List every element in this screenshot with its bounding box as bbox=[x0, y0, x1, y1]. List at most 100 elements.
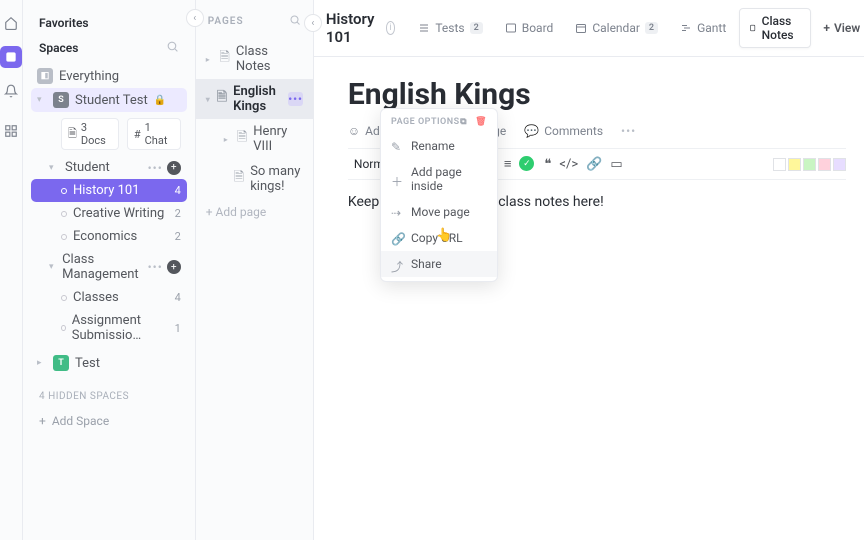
breadcrumb[interactable]: History 101 bbox=[326, 10, 376, 46]
ctx-label: Rename bbox=[411, 139, 455, 153]
page-english-kings[interactable]: ▾ 🗎 English Kings ••• bbox=[196, 79, 313, 119]
add-icon[interactable]: + bbox=[167, 260, 181, 274]
sidebar-list-history-101[interactable]: History 101 4 bbox=[31, 179, 187, 202]
smile-icon: ☺ bbox=[348, 124, 360, 138]
sidebar-list-assignments[interactable]: Assignment Submissio… 1 bbox=[31, 309, 187, 347]
board-icon bbox=[505, 22, 517, 34]
list-icon bbox=[418, 22, 430, 34]
chevron-down-icon: ▾ bbox=[49, 262, 56, 272]
page-more-button[interactable]: ••• bbox=[288, 92, 303, 106]
page-so-many-kings[interactable]: 🗎 So many kings! bbox=[196, 159, 313, 199]
file-icon: 🗎 bbox=[217, 88, 227, 110]
file-icon: 🗎 bbox=[219, 48, 229, 70]
sidebar-space-test[interactable]: ▸ T Test bbox=[31, 351, 187, 375]
sidebar-list-economics[interactable]: Economics 2 bbox=[31, 225, 187, 248]
pages-header: PAGES bbox=[208, 16, 244, 27]
swatch-pink[interactable] bbox=[818, 158, 831, 171]
home-icon[interactable] bbox=[0, 12, 22, 34]
ctx-move-page[interactable]: ⇢Move page bbox=[381, 199, 497, 225]
sidebar-item-label: History 101 bbox=[73, 183, 140, 198]
doc-more-button[interactable]: ••• bbox=[621, 124, 636, 138]
code-button[interactable]: </> bbox=[559, 157, 578, 172]
favorites-header: Favorites bbox=[39, 16, 179, 30]
more-icon[interactable]: ••• bbox=[148, 260, 163, 274]
sidebar-item-label: Student Test bbox=[75, 93, 148, 108]
view-tab-tests[interactable]: Tests 2 bbox=[409, 16, 491, 40]
more-icon[interactable]: ••• bbox=[148, 161, 163, 175]
sidebar-item-label: Student bbox=[65, 160, 110, 175]
add-space-button[interactable]: +Add Space bbox=[31, 410, 187, 432]
numbered-list-button[interactable]: ≡ bbox=[504, 156, 512, 172]
docs-pill[interactable]: 🗎3 Docs bbox=[61, 118, 119, 150]
ctx-label: Share bbox=[411, 257, 442, 271]
view-tab-calendar[interactable]: Calendar 2 bbox=[566, 16, 667, 40]
search-icon[interactable] bbox=[289, 14, 301, 29]
add-icon[interactable]: + bbox=[167, 161, 181, 175]
add-view-label: View bbox=[834, 21, 860, 35]
chevron-right-icon: ▸ bbox=[224, 135, 231, 144]
link-icon: 🔗 bbox=[391, 232, 403, 244]
swatch-green[interactable] bbox=[803, 158, 816, 171]
apps-icon[interactable] bbox=[0, 120, 22, 142]
sidebar-folder-class-management[interactable]: ▾ Class Management ••• + bbox=[31, 248, 187, 286]
view-label: Board bbox=[522, 21, 554, 35]
doc-title[interactable]: English Kings bbox=[348, 77, 846, 112]
pill-label: 1 Chat bbox=[145, 121, 174, 147]
chevron-right-icon: ▸ bbox=[206, 55, 214, 64]
page-henry-viii[interactable]: ▸ 🗎 Henry VIII bbox=[196, 119, 313, 159]
duplicate-icon[interactable]: ⧉ bbox=[460, 117, 467, 127]
sidebar-item-label: Class Management bbox=[62, 252, 142, 282]
hidden-spaces-label[interactable]: 4 HIDDEN SPACES bbox=[39, 391, 179, 402]
add-page-button[interactable]: + Add page bbox=[196, 199, 313, 225]
notifications-icon[interactable] bbox=[0, 80, 22, 102]
delete-icon[interactable]: 🗑 bbox=[475, 117, 487, 127]
spaces-icon[interactable] bbox=[0, 46, 22, 68]
sidebar-item-label: Creative Writing bbox=[73, 206, 164, 221]
swatch-white[interactable] bbox=[773, 158, 786, 171]
page-class-notes[interactable]: ▸ 🗎 Class Notes bbox=[196, 39, 313, 79]
file-icon: 🗎 bbox=[237, 128, 247, 150]
info-icon[interactable]: i bbox=[386, 21, 396, 35]
file-icon: 🗎 bbox=[234, 168, 244, 190]
sidebar-list-creative-writing[interactable]: Creative Writing 2 bbox=[31, 202, 187, 225]
sidebar-space-student-test[interactable]: ▾ S Student Test 🔒 bbox=[31, 88, 187, 112]
everything-icon: ◧ bbox=[37, 68, 53, 84]
plus-icon: + bbox=[823, 21, 830, 35]
count-badge: 2 bbox=[175, 207, 181, 220]
add-view-button[interactable]: + View bbox=[815, 16, 864, 40]
checklist-button[interactable]: ✓ bbox=[519, 156, 534, 171]
chevron-down-icon: ▾ bbox=[206, 95, 211, 104]
pill-label: 3 Docs bbox=[81, 121, 112, 147]
sidebar-folder-student[interactable]: ▾ Student ••• + bbox=[31, 156, 187, 179]
sidebar: ‹ Favorites Spaces ◧ Everything ▾ S Stud… bbox=[23, 0, 196, 540]
swatch-purple[interactable] bbox=[833, 158, 846, 171]
search-icon[interactable] bbox=[166, 40, 179, 56]
sidebar-list-classes[interactable]: Classes 4 bbox=[31, 286, 187, 309]
hash-icon: # bbox=[134, 128, 141, 141]
page-label: English Kings bbox=[233, 84, 282, 114]
sidebar-item-label: Everything bbox=[59, 69, 119, 84]
view-label: Tests bbox=[435, 21, 464, 35]
ctx-rename[interactable]: ✎Rename bbox=[381, 133, 497, 159]
folder-actions: ••• + bbox=[148, 260, 181, 274]
collapse-sidebar-button[interactable]: ‹ bbox=[186, 9, 204, 27]
view-tab-class-notes[interactable]: Class Notes bbox=[739, 8, 811, 48]
comments-button[interactable]: 💬Comments bbox=[524, 124, 603, 138]
view-badge: 2 bbox=[470, 22, 483, 34]
view-tab-gantt[interactable]: Gantt bbox=[671, 16, 735, 40]
plus-icon: + bbox=[39, 414, 46, 428]
link-button[interactable]: 🔗 bbox=[586, 157, 602, 172]
quote-button[interactable]: ❝ bbox=[544, 157, 551, 172]
chat-pill[interactable]: #1 Chat bbox=[127, 118, 181, 150]
image-button[interactable]: ▭ bbox=[610, 157, 622, 172]
view-label: Gantt bbox=[697, 21, 726, 35]
ctx-add-page-inside[interactable]: ＋Add page inside bbox=[381, 159, 497, 199]
sidebar-item-everything[interactable]: ◧ Everything bbox=[31, 64, 187, 88]
collapse-pages-button[interactable]: ‹ bbox=[304, 14, 322, 32]
swatch-yellow[interactable] bbox=[788, 158, 801, 171]
doc-icon: 🗎 bbox=[68, 125, 77, 144]
view-badge: 2 bbox=[645, 22, 658, 34]
view-tab-board[interactable]: Board bbox=[496, 16, 563, 40]
lock-icon: 🔒 bbox=[154, 95, 166, 106]
ctx-share[interactable]: ⤴Share bbox=[381, 251, 497, 277]
